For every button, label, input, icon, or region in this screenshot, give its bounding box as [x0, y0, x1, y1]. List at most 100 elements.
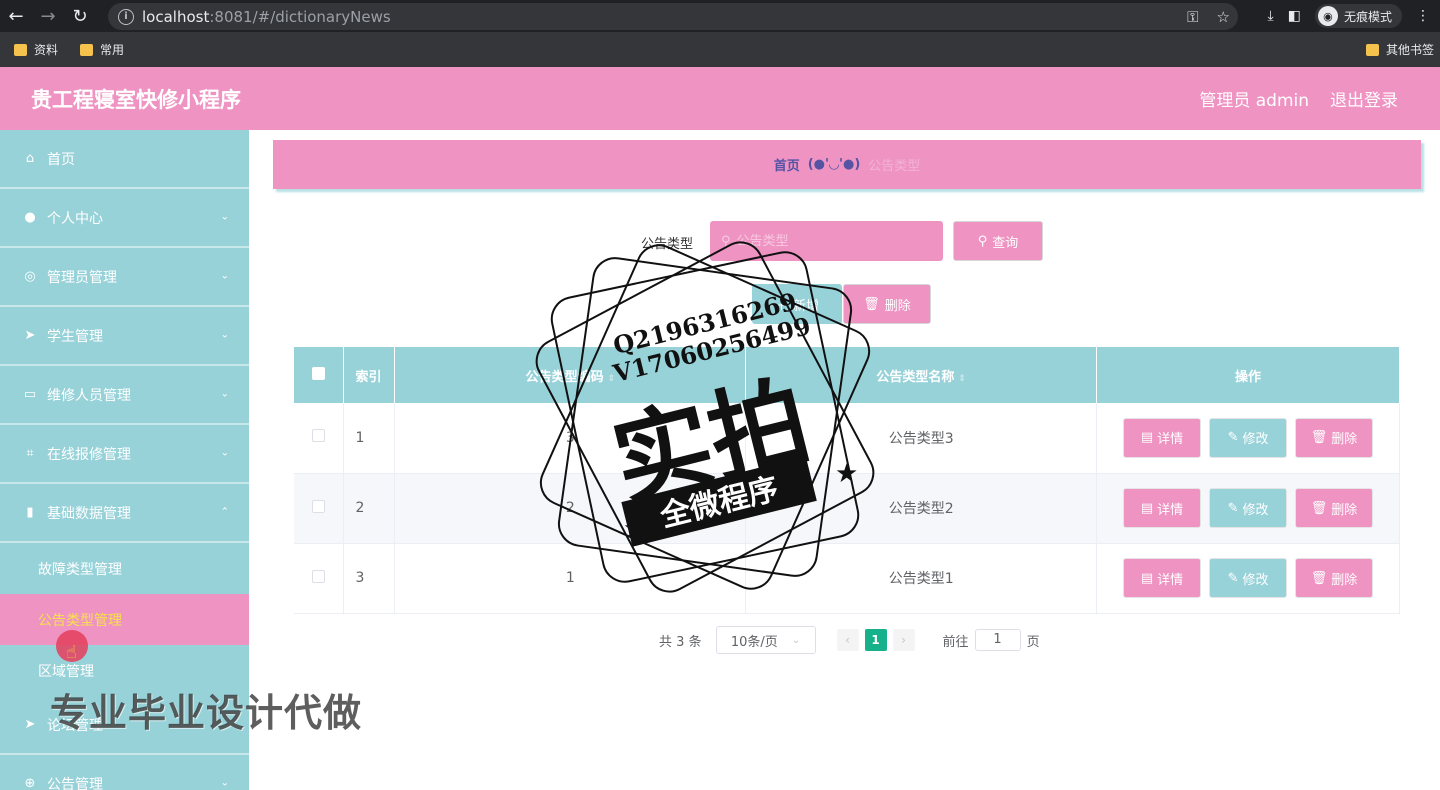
delete-button[interactable]: 🗑 删除	[1295, 488, 1374, 528]
table-header-row: 索引 公告类型编码 ⇕ 公告类型名称 ⇕ 操作	[294, 347, 1400, 403]
sidebar-item-profile[interactable]: ● 个人中心 ⌄	[0, 189, 249, 248]
sidebar-item-forum[interactable]: ➤ 论坛管理	[0, 696, 249, 755]
row-code: 3	[394, 403, 747, 474]
menu-icon[interactable]: ⋮	[1416, 8, 1430, 24]
search-icon: ⚲	[977, 233, 988, 249]
goto-input[interactable]: 1	[974, 629, 1021, 651]
incognito-badge[interactable]: ◉ 无痕模式	[1314, 4, 1402, 28]
sidebar-subitem-areas[interactable]: 区域管理	[0, 645, 249, 696]
trash-icon: 🗑	[1310, 500, 1328, 516]
delete-button[interactable]: 🗑 删除	[1295, 417, 1374, 458]
chevron-down-icon: ⌄	[220, 776, 229, 788]
bookmark-folder[interactable]: 资料	[14, 41, 58, 58]
chevron-down-icon: ⌄	[220, 210, 229, 222]
add-button[interactable]: ＋ 新增	[752, 284, 842, 324]
info-icon[interactable]: i	[118, 8, 134, 25]
row-name: 公告类型3	[745, 403, 1098, 474]
row-name: 公告类型2	[745, 473, 1098, 544]
select-all-checkbox[interactable]	[312, 366, 326, 380]
breadcrumb-home[interactable]: 首页	[774, 155, 800, 174]
user-icon: ●	[24, 210, 36, 225]
main-content: 首页 (●'◡'●) 公告类型 公告类型 ⚲ ⚲ 查询 ＋ 新增 🗑 删除 索引…	[249, 130, 1440, 790]
search-label: 公告类型	[641, 237, 694, 252]
sort-icon[interactable]: ⇕	[958, 374, 966, 384]
edit-icon: ✎	[1227, 500, 1239, 516]
row-checkbox[interactable]	[312, 569, 326, 583]
page-number-current[interactable]: 1	[864, 629, 887, 651]
header-code[interactable]: 公告类型编码 ⇕	[394, 347, 747, 403]
row-index: 1	[343, 403, 396, 474]
document-icon: ▤	[1140, 570, 1154, 586]
prev-page-button[interactable]: ‹	[836, 629, 859, 651]
star-icon[interactable]: ☆	[1217, 8, 1230, 26]
search-icon: ⚲	[721, 233, 731, 249]
edit-icon: ✎	[1227, 430, 1239, 446]
back-icon[interactable]: ←	[0, 0, 32, 32]
app-header: 贵工程寝室快修小程序 管理员 admin 退出登录	[0, 67, 1440, 130]
sidebar-subitem-notice-types[interactable]: 公告类型管理	[0, 594, 249, 645]
plus-icon: ＋	[774, 298, 788, 314]
logout-link[interactable]: 退出登录	[1330, 86, 1398, 111]
url-host: localhost	[142, 7, 210, 26]
sidebar-item-repairs[interactable]: ⌗ 在线报修管理 ⌄	[0, 425, 249, 484]
table-row: 2 2 公告类型2 ▤ 详情 ✎ 修改 🗑 删除	[294, 473, 1400, 544]
document-icon: ▤	[1140, 500, 1154, 516]
table-row: 1 3 公告类型3 ▤ 详情 ✎ 修改 🗑 删除	[294, 403, 1400, 474]
send-icon: ➤	[24, 717, 36, 732]
breadcrumb-separator: (●'◡'●)	[807, 157, 861, 172]
search-button[interactable]: ⚲ 查询	[953, 221, 1043, 261]
row-checkbox[interactable]	[312, 499, 326, 513]
sidebar-item-home[interactable]: ⌂ 首页	[0, 130, 249, 189]
row-index: 2	[343, 473, 396, 544]
edit-button[interactable]: ✎ 修改	[1209, 488, 1288, 528]
app-title: 贵工程寝室快修小程序	[31, 87, 241, 112]
chevron-down-icon: ⌄	[220, 446, 229, 458]
sidebar-item-notices[interactable]: ⊕ 公告管理 ⌄	[0, 755, 249, 790]
page-size-select[interactable]: 10条/页 ⌄	[715, 626, 816, 654]
crop-icon: ⌗	[26, 446, 34, 461]
folder-icon	[80, 43, 94, 56]
sidebar-item-basedata[interactable]: ▮ 基础数据管理 ⌃	[0, 484, 249, 543]
browser-toolbar: ← → ↻ i localhost:8081/#/dictionaryNews …	[0, 0, 1440, 32]
goto-prefix: 前往	[942, 634, 969, 650]
table-row: 3 1 公告类型1 ▤ 详情 ✎ 修改 🗑 删除	[294, 543, 1400, 614]
header-name[interactable]: 公告类型名称 ⇕	[745, 347, 1098, 403]
header-ops: 操作	[1096, 347, 1400, 403]
breadcrumb-current: 公告类型	[868, 159, 921, 174]
search-input[interactable]	[736, 233, 927, 249]
sidebar-item-students[interactable]: ➤ 学生管理 ⌄	[0, 307, 249, 366]
key-icon[interactable]: ⚿	[1187, 8, 1198, 26]
detail-button[interactable]: ▤ 详情	[1123, 488, 1202, 528]
sidebar-item-repairers[interactable]: ▭ 维修人员管理 ⌄	[0, 366, 249, 425]
search-field[interactable]: ⚲	[710, 221, 943, 261]
edit-button[interactable]: ✎ 修改	[1209, 558, 1288, 598]
row-checkbox[interactable]	[312, 429, 326, 443]
bookmark-folder[interactable]: 常用	[80, 41, 124, 58]
goto-suffix: 页	[1026, 634, 1040, 650]
row-code: 1	[394, 543, 747, 614]
header-index: 索引	[343, 347, 396, 403]
bulk-delete-button[interactable]: 🗑 删除	[843, 284, 931, 324]
detail-button[interactable]: ▤ 详情	[1123, 417, 1202, 458]
address-bar[interactable]: i localhost:8081/#/dictionaryNews ⚿ ☆	[108, 3, 1238, 30]
row-index: 3	[343, 543, 396, 614]
download-icon[interactable]: ⤓	[1268, 8, 1274, 24]
next-page-button[interactable]: ›	[892, 629, 915, 651]
incognito-label: 无痕模式	[1343, 9, 1392, 24]
document-icon: ▤	[1140, 430, 1154, 446]
sidepanel-icon[interactable]: ◧	[1288, 8, 1301, 24]
sort-icon[interactable]: ⇕	[608, 374, 616, 384]
breadcrumb: 首页 (●'◡'●) 公告类型	[273, 140, 1421, 189]
url-path: :8081/#/dictionaryNews	[209, 7, 391, 26]
edit-button[interactable]: ✎ 修改	[1209, 417, 1288, 458]
sidebar-subitem-fault-types[interactable]: 故障类型管理	[0, 543, 249, 594]
other-bookmarks[interactable]: 其他书签	[1365, 32, 1434, 67]
forward-icon[interactable]: →	[32, 0, 64, 32]
sidebar-item-admins[interactable]: ◎ 管理员管理 ⌄	[0, 248, 249, 307]
delete-button[interactable]: 🗑 删除	[1295, 558, 1374, 598]
pagination: 共 3 条 10条/页 ⌄ ‹ 1 › 前往 1 页	[659, 626, 1040, 654]
detail-button[interactable]: ▤ 详情	[1123, 558, 1202, 598]
current-user: 管理员 admin	[1199, 91, 1309, 111]
reload-icon[interactable]: ↻	[64, 0, 96, 32]
pager-total: 共 3 条	[659, 634, 702, 650]
